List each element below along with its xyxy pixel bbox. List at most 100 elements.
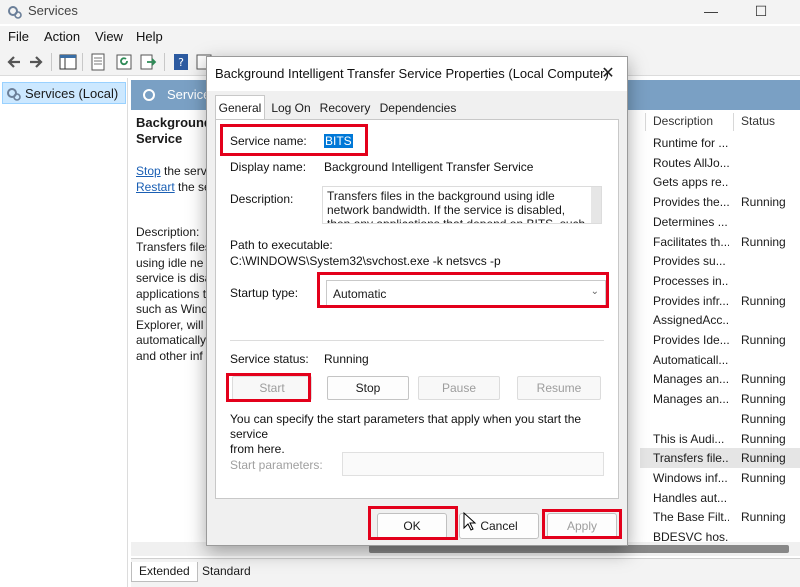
show-hide-tree-icon[interactable] [58, 52, 78, 72]
tab-general[interactable]: General [215, 95, 265, 120]
row-description: Transfers file... [653, 451, 729, 466]
apply-button[interactable]: Apply [547, 513, 617, 539]
resume-button[interactable]: Resume [517, 376, 601, 400]
table-row[interactable]: Runtime for ... [640, 133, 800, 153]
stop-service-line: Stop the serv [136, 164, 206, 178]
stop-service-link[interactable]: Stop [136, 164, 161, 178]
table-row[interactable]: Gets apps re... [640, 172, 800, 192]
forward-arrow-icon[interactable] [26, 52, 46, 72]
tab-recovery[interactable]: Recovery [317, 97, 373, 119]
table-row[interactable]: Running [640, 409, 800, 429]
table-row[interactable]: Manages an... Running [640, 369, 800, 389]
gear-icon [8, 6, 22, 19]
tab-log-on[interactable]: Log On [269, 97, 313, 119]
table-row[interactable]: Facilitates th... Running [640, 232, 800, 252]
table-row[interactable]: Provides infr... Running [640, 291, 800, 311]
services-list: Description Status Runtime for ... Routes… [640, 110, 800, 550]
row-status: Running [741, 470, 786, 485]
table-row[interactable]: Automaticall... [640, 350, 800, 370]
row-description: AssignedAcc... [653, 313, 729, 328]
row-description: Provides the... [653, 195, 729, 210]
table-row[interactable]: Provides the... Running [640, 192, 800, 212]
column-header-description[interactable]: Description [653, 114, 713, 128]
table-row[interactable]: Windows inf... Running [640, 468, 800, 488]
row-description: Provides Ide... [653, 333, 729, 347]
start-params-hint: You can specify the start parameters tha… [230, 412, 582, 456]
row-description: Runtime for ... [653, 136, 729, 150]
properties-sheet-icon[interactable] [88, 52, 108, 72]
description-scrollbar[interactable] [591, 187, 601, 223]
tab-dependencies[interactable]: Dependencies [377, 97, 459, 119]
view-tabs: Extended Standard [131, 558, 800, 587]
startup-type-label: Startup type: [230, 286, 299, 300]
restart-service-line: Restart the se [136, 180, 206, 194]
table-row[interactable]: Manages an... Running [640, 389, 800, 409]
tab-extended[interactable]: Extended [131, 562, 198, 582]
column-divider [645, 113, 646, 131]
row-status: Running [741, 392, 786, 407]
row-description: Manages an... [653, 392, 729, 407]
restart-service-suffix: the se [178, 180, 206, 194]
toolbar-separator [51, 53, 52, 71]
dialog-title: Background Intelligent Transfer Service … [215, 66, 609, 81]
dialog-titlebar: Background Intelligent Transfer Service … [207, 57, 627, 91]
table-row[interactable]: Provides Ide... Running [640, 330, 800, 350]
table-row[interactable]: Provides su... [640, 251, 800, 271]
row-status: Running [741, 431, 786, 446]
row-status: Running [741, 333, 786, 347]
stop-service-suffix: the serv [160, 164, 206, 178]
description-text: Transfers files using idle ne service is… [136, 240, 206, 363]
scrollbar-thumb[interactable] [369, 545, 789, 553]
restart-service-link[interactable]: Restart [136, 180, 175, 194]
startup-type-select[interactable]: Automatic ⌄ [326, 280, 606, 306]
menu-action[interactable]: Action [44, 29, 80, 44]
row-description: Facilitates th... [653, 234, 729, 249]
minimize-button[interactable]: — [688, 0, 734, 24]
table-row[interactable]: Transfers file... Running [640, 448, 800, 469]
column-header-status[interactable]: Status [741, 114, 775, 128]
table-row[interactable]: Handles aut... [640, 488, 800, 508]
start-params-input[interactable] [342, 452, 604, 476]
toolbar-separator [82, 53, 83, 71]
tree-item-services-local[interactable]: Services (Local) [2, 82, 126, 104]
table-row[interactable]: Routes AllJo... [640, 153, 800, 173]
row-description: The Base Filt... [653, 510, 729, 525]
mouse-cursor-icon [463, 512, 477, 531]
description-value: Transfers files in the background using … [327, 189, 586, 224]
row-status: Running [741, 234, 786, 249]
row-description: Routes AllJo... [653, 155, 729, 170]
properties-dialog: Background Intelligent Transfer Service … [206, 56, 628, 546]
stop-button[interactable]: Stop [327, 376, 409, 400]
refresh-icon[interactable] [114, 52, 134, 72]
service-name-value[interactable]: BITS [324, 134, 353, 148]
table-row[interactable]: The Base Filt... Running [640, 507, 800, 527]
tab-standard[interactable]: Standard [195, 562, 258, 582]
window-titlebar: Services — ☐ [0, 0, 800, 24]
menu-view[interactable]: View [95, 29, 123, 44]
start-button[interactable]: Start [232, 376, 312, 400]
pause-button[interactable]: Pause [418, 376, 500, 400]
table-row[interactable]: Processes in... [640, 271, 800, 291]
table-row[interactable]: AssignedAcc... [640, 310, 800, 330]
row-description: Provides su... [653, 254, 726, 269]
service-title-line2: Service [136, 131, 183, 146]
toolbar-separator [164, 53, 165, 71]
maximize-button[interactable]: ☐ [738, 0, 784, 24]
row-description: Handles aut... [653, 490, 728, 505]
ok-button[interactable]: OK [377, 513, 447, 539]
back-arrow-icon[interactable] [4, 52, 24, 72]
display-name-value: Background Intelligent Transfer Service [324, 160, 534, 174]
help-icon[interactable]: ? [171, 52, 191, 72]
description-box[interactable]: Transfers files in the background using … [322, 186, 602, 224]
row-description: Provides infr... [653, 293, 729, 308]
service-status-value: Running [324, 352, 369, 366]
window-title: Services [28, 3, 78, 18]
table-row[interactable]: Determines ... [640, 212, 800, 232]
menu-help[interactable]: Help [136, 29, 163, 44]
export-list-icon[interactable] [138, 52, 158, 72]
table-row[interactable]: This is Audi... Running [640, 429, 800, 449]
close-icon[interactable]: ✕ [597, 63, 619, 85]
row-status: Running [741, 451, 786, 466]
menu-file[interactable]: File [8, 29, 29, 44]
row-description: Determines ... [653, 214, 728, 229]
